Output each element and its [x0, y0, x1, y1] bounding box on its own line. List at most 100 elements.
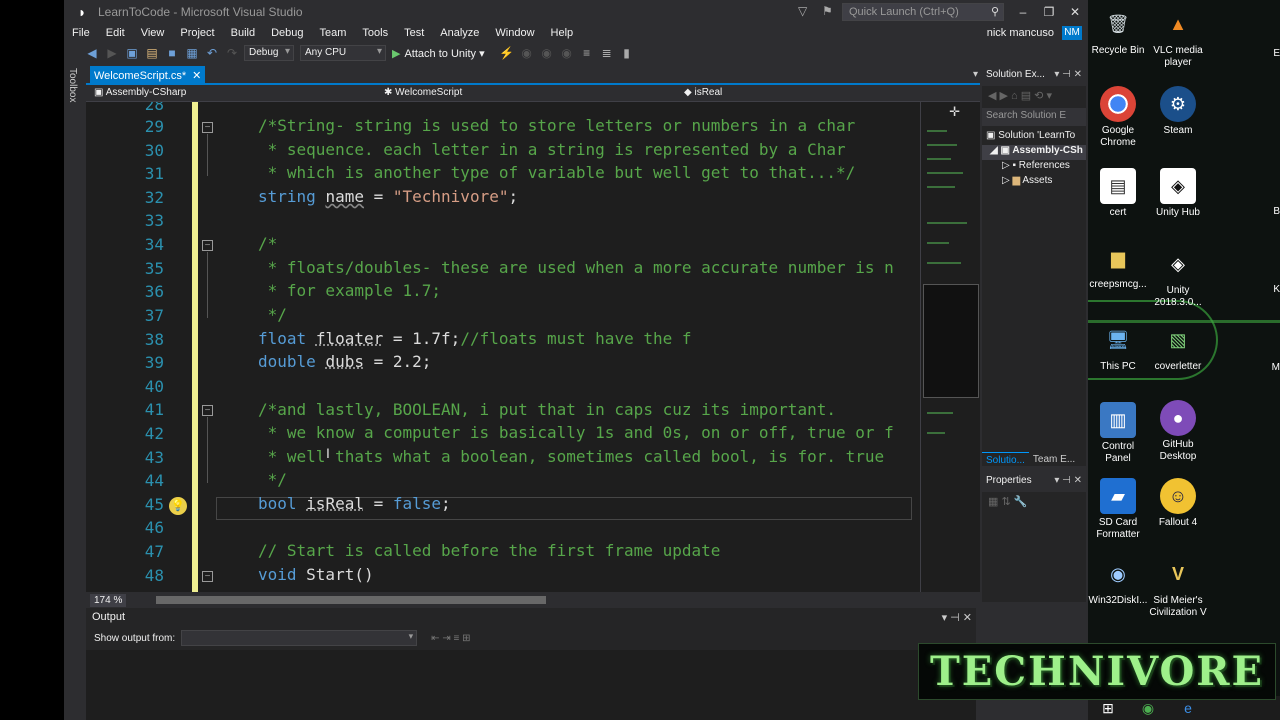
close-icon[interactable]: ✕	[192, 70, 201, 82]
collapsed-icon[interactable]: ▷	[1002, 175, 1012, 186]
solution-platform-select[interactable]: Any CPU	[300, 45, 386, 61]
bookmark-clear-icon[interactable]: ◉	[559, 45, 575, 61]
desktop-icon-github[interactable]: ● GitHub Desktop	[1148, 400, 1208, 463]
panel-controls[interactable]: ▾ ⊣ ✕	[942, 611, 972, 624]
save-icon[interactable]: ■	[164, 45, 180, 61]
redo-icon[interactable]: ↷	[224, 45, 240, 61]
desktop-icon-coverletter[interactable]: ▧ coverletter	[1148, 322, 1208, 373]
menu-analyze[interactable]: Analyze	[432, 27, 487, 39]
user-name[interactable]: nick mancuso	[987, 27, 1054, 39]
identifier: dubs	[325, 352, 364, 371]
tab-overflow-icon[interactable]: ▾	[973, 69, 978, 80]
collapse-icon[interactable]: −	[202, 122, 213, 133]
undo-icon[interactable]: ↶	[204, 45, 220, 61]
output-toolbar-icons[interactable]: ⇤ ⇥ ≡ ⊞	[431, 633, 470, 644]
restore-icon[interactable]: ❐	[1036, 0, 1062, 24]
desktop-icon-unity[interactable]: ◈ Unity 2018.3.0...	[1148, 246, 1208, 309]
desktop-icon-chrome[interactable]: Google Chrome	[1088, 86, 1148, 149]
title-bar: ◗ LearnToCode - Microsoft Visual Studio …	[64, 0, 1088, 24]
menu-file[interactable]: File	[64, 27, 98, 39]
bookmark-prev-icon[interactable]: ◉	[519, 45, 535, 61]
tree-item-references[interactable]: ▷ ▪ References	[982, 160, 1086, 175]
expand-icon[interactable]: ◢	[990, 145, 1000, 156]
desktop-icon-steam[interactable]: ⚙ Steam	[1148, 86, 1208, 137]
menu-bar: File Edit View Project Build Debug Team …	[64, 24, 1088, 42]
menu-test[interactable]: Test	[396, 27, 432, 39]
menu-debug[interactable]: Debug	[263, 27, 311, 39]
scrollbar-map-thumb[interactable]	[923, 284, 979, 398]
desktop-icon-win32disk[interactable]: ◉ Win32DiskI...	[1088, 556, 1148, 607]
menu-project[interactable]: Project	[172, 27, 222, 39]
menu-team[interactable]: Team	[312, 27, 355, 39]
collapse-icon[interactable]: −	[202, 240, 213, 251]
zoom-level[interactable]: 174 %	[90, 594, 127, 607]
output-source-select[interactable]	[181, 630, 418, 646]
desktop-icon-recycle-bin[interactable]: 🗑 Recycle Bin	[1088, 6, 1148, 57]
toolbar-misc-icon[interactable]: ⚡	[499, 45, 515, 61]
member-dropdown[interactable]: ◆ isReal	[680, 86, 970, 102]
menu-tools[interactable]: Tools	[354, 27, 396, 39]
horizontal-scroll-thumb[interactable]	[156, 596, 546, 604]
output-text-area[interactable]	[86, 650, 976, 720]
comment-icon[interactable]: ≡	[579, 45, 595, 61]
project-dropdown[interactable]: ▣ Assembly-CSharp	[90, 86, 380, 102]
desktop-icon-vlc[interactable]: ▲ VLC media player	[1148, 6, 1208, 69]
feedback-icon[interactable]: ⚑	[822, 4, 833, 18]
collapse-icon[interactable]: −	[202, 571, 213, 582]
desktop-icon-sd-card[interactable]: ▰ SD Card Formatter	[1088, 478, 1148, 541]
edge-taskbar-icon[interactable]: e	[1168, 700, 1208, 716]
lightbulb-icon[interactable]: 💡	[169, 497, 187, 515]
bookmark-icon[interactable]: ▮	[619, 45, 635, 61]
panel-controls[interactable]: ▾ ⊣ ✕	[1054, 69, 1082, 80]
open-file-icon[interactable]: ▤	[144, 45, 160, 61]
notification-filter-icon[interactable]: ▽	[798, 4, 807, 18]
uncomment-icon[interactable]: ≣	[599, 45, 615, 61]
csharp-project-icon: ▣	[94, 87, 106, 98]
desktop-icon-cert[interactable]: ▤ cert	[1088, 168, 1148, 219]
class-dropdown[interactable]: ✱ WelcomeScript	[380, 86, 676, 102]
tab-solution-explorer[interactable]: Solutio...	[982, 452, 1029, 468]
collapse-icon[interactable]: −	[202, 405, 213, 416]
new-project-icon[interactable]: ▣	[124, 45, 140, 61]
desktop-icon-this-pc[interactable]: 🖥 This PC	[1088, 322, 1148, 373]
menu-help[interactable]: Help	[543, 27, 582, 39]
solution-search-input[interactable]: Search Solution E	[982, 108, 1086, 126]
menu-edit[interactable]: Edit	[98, 27, 133, 39]
forward-icon[interactable]: ▶	[104, 45, 120, 61]
toolbox-strip[interactable]	[64, 64, 84, 720]
desktop-icon-control-panel[interactable]: ▥ Control Panel	[1088, 402, 1148, 465]
properties-toolbar[interactable]: ▦ ⇅ 🔧	[982, 492, 1086, 514]
minimize-icon[interactable]: –	[1010, 0, 1036, 24]
close-icon[interactable]: ✕	[1062, 0, 1088, 24]
solution-toolbar[interactable]: ◀ ▶ ⌂ ▤ ⟲ ▾	[982, 86, 1086, 108]
split-editor-icon[interactable]: ✛	[949, 104, 960, 120]
archive-icon: ▧	[1169, 330, 1187, 350]
solution-configuration-select[interactable]: Debug	[244, 45, 294, 61]
tab-welcomescript[interactable]: WelcomeScript.cs* ✕	[90, 66, 206, 85]
chrome-taskbar-icon[interactable]: ◉	[1128, 700, 1168, 717]
collapsed-icon[interactable]: ▷	[1002, 160, 1012, 171]
desktop-icon-unity-hub[interactable]: ◈ Unity Hub	[1148, 168, 1208, 219]
menu-window[interactable]: Window	[487, 27, 542, 39]
desktop-icon-fallout4[interactable]: ☺ Fallout 4	[1148, 478, 1208, 529]
panel-controls[interactable]: ▾ ⊣ ✕	[1054, 475, 1082, 486]
desktop-icon-civ5[interactable]: V Sid Meier's Civilization V	[1148, 556, 1208, 619]
bookmark-next-icon[interactable]: ◉	[539, 45, 555, 61]
tree-item-project[interactable]: ◢ ▣ Assembly-CSh	[982, 145, 1086, 160]
windows-start-icon[interactable]: ⊞	[1088, 700, 1128, 717]
back-icon[interactable]: ◀	[84, 45, 100, 61]
code-editor[interactable]: 28 29 30 31 32 33 34 35 36 37 38 39 40 4…	[86, 102, 980, 592]
menu-view[interactable]: View	[133, 27, 173, 39]
toolbox-tab[interactable]: Toolbox	[67, 68, 78, 102]
tree-item-assets[interactable]: ▷ ▆ Assets	[982, 175, 1086, 190]
attach-to-unity-button[interactable]: ▶ Attach to Unity ▾	[392, 47, 485, 60]
tree-item-solution[interactable]: ▣ Solution 'LearnTo	[982, 130, 1086, 145]
tab-team-explorer[interactable]: Team E...	[1029, 452, 1079, 468]
user-avatar[interactable]: NM	[1062, 26, 1082, 40]
save-all-icon[interactable]: ▦	[184, 45, 200, 61]
quick-launch-input[interactable]: Quick Launch (Ctrl+Q) ⚲	[842, 3, 1004, 21]
menu-build[interactable]: Build	[223, 27, 263, 39]
vertical-scrollbar-map[interactable]: ✛	[920, 102, 980, 592]
desktop-icon-creeps[interactable]: ▆ creepsmcg...	[1088, 240, 1148, 291]
line-number: 32	[144, 188, 164, 207]
